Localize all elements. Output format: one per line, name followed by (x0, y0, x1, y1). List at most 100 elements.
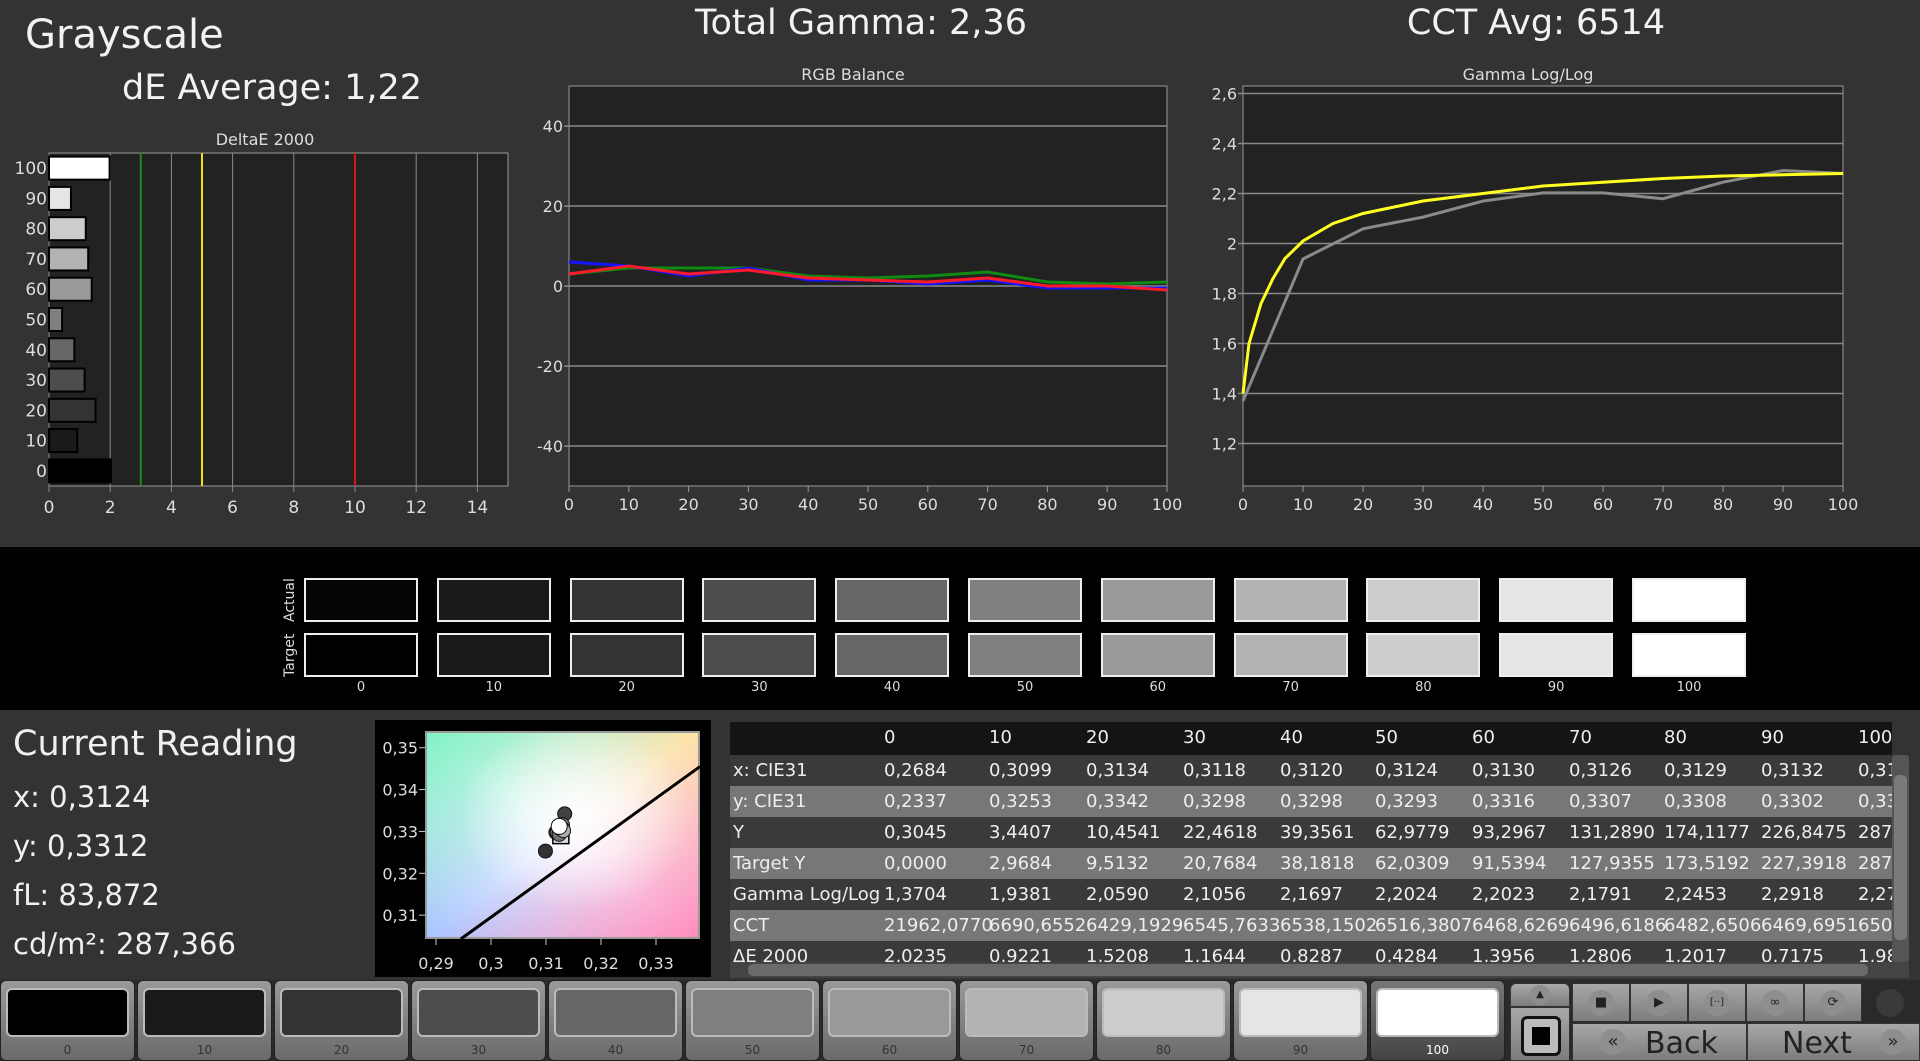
deltae-bar (48, 428, 79, 454)
deltae-x-tick: 10 (344, 498, 366, 518)
table-cell: 2,9684 (989, 853, 1052, 874)
table-cell: 227,3918 (1761, 853, 1847, 874)
patch-label: 10 (196, 1043, 213, 1057)
range-icon: [··] (1704, 989, 1730, 1016)
table-cell: 21962,0770 (884, 915, 993, 936)
rgb-balance-x-tick: 10 (619, 495, 639, 514)
rgb-balance-x-tick: 60 (918, 495, 938, 514)
deltae-y-tick: 30 (25, 371, 47, 391)
deltae-bar (48, 246, 90, 272)
patch-button-40[interactable]: 40 (548, 980, 683, 1061)
stop-square-icon (1532, 1027, 1550, 1045)
table-cell: 2,2023 (1472, 884, 1535, 905)
table-cell: 9,5132 (1086, 853, 1149, 874)
patch-button-10[interactable]: 10 (137, 980, 272, 1061)
deltae-x-tick: 14 (467, 498, 489, 518)
play-button[interactable]: ▶ (1630, 983, 1688, 1022)
next-chevron-icon: » (1880, 1029, 1906, 1055)
table-cell: 0,31 (1858, 760, 1892, 781)
target-swatch (702, 633, 817, 677)
vertical-scrollbar[interactable] (1892, 755, 1909, 962)
table-cell: 1,2806 (1569, 946, 1632, 962)
patch-button-100[interactable]: 100 (1370, 980, 1505, 1061)
stop-button[interactable]: ■ (1572, 983, 1630, 1022)
stop-frame (1521, 1016, 1561, 1056)
patch-button-60[interactable]: 60 (822, 980, 957, 1061)
data-table: 0 10 20 30 40 50 60 70 80 90 100 x: CIE31 0,2684 0,30… (730, 722, 1892, 962)
actual-swatch (1499, 578, 1614, 622)
vertical-scroll-thumb[interactable] (1894, 775, 1907, 940)
deltae-bar (48, 397, 97, 423)
target-swatch (304, 633, 418, 677)
table-cell: 6538,1502 (1280, 915, 1378, 936)
rgb-balance-y-tick: -40 (537, 437, 563, 456)
table-cell: 127,9355 (1569, 853, 1655, 874)
table-cell: 0,7175 (1761, 946, 1824, 962)
horizontal-scroll-thumb[interactable] (748, 964, 1868, 976)
column-header: 40 (1280, 727, 1303, 748)
cie-x-tick: 0,3 (478, 954, 503, 973)
patch-button-80[interactable]: 80 (1096, 980, 1231, 1061)
refresh-button[interactable]: ⟳ (1804, 983, 1862, 1022)
horizontal-scrollbar[interactable] (730, 962, 1909, 978)
row-label: Target Y (733, 853, 806, 874)
gamma-x-tick: 100 (1828, 495, 1859, 514)
gamma-x-tick: 20 (1353, 495, 1373, 514)
up-button[interactable]: ▲ (1510, 983, 1570, 1007)
planckian-locus (459, 765, 701, 941)
table-cell: 0,2337 (884, 791, 947, 812)
range-button[interactable]: [··] (1688, 983, 1746, 1022)
actual-swatch (968, 578, 1082, 622)
patch-button-20[interactable]: 20 (274, 980, 409, 1061)
swatch-level-label: 80 (1415, 680, 1432, 695)
table-cell: 2,2024 (1375, 884, 1438, 905)
back-button[interactable]: « Back (1572, 1023, 1747, 1061)
cie-y-tick: 0,33 (382, 822, 418, 841)
patch-swatch (828, 988, 951, 1037)
table-cell: 20,7684 (1183, 853, 1258, 874)
gamma-y-tick: 1,4 (1212, 385, 1237, 404)
patch-label: 20 (333, 1043, 350, 1057)
patch-button-70[interactable]: 70 (959, 980, 1094, 1061)
table-row: Target Y 0,0000 2,9684 9,5132 20,7684 38,1818… (730, 848, 1892, 879)
table-cell: 0,3253 (989, 791, 1052, 812)
target-swatch (835, 633, 950, 677)
patch-button-90[interactable]: 90 (1233, 980, 1368, 1061)
table-cell: 6545,7633 (1183, 915, 1281, 936)
cie-y-tick: 0,31 (382, 906, 418, 925)
actual-swatch (1100, 578, 1215, 622)
loop-button[interactable]: ∞ (1746, 983, 1804, 1022)
row-label: y: CIE31 (733, 791, 807, 812)
table-cell: 0,3134 (1086, 760, 1149, 781)
deltae-x-tick: 4 (166, 498, 177, 518)
table-cell: 1,3956 (1472, 946, 1535, 962)
deltae-bar (48, 337, 76, 363)
gamma-x-tick: 50 (1533, 495, 1553, 514)
table-cell: 2,2453 (1664, 884, 1727, 905)
cie-x-tick: 0,32 (583, 954, 619, 973)
rgb-balance-title: RGB Balance (801, 65, 904, 84)
loop-icon: ∞ (1762, 989, 1788, 1016)
patch-button-50[interactable]: 50 (685, 980, 820, 1061)
swatch-level-label: 100 (1676, 680, 1702, 695)
deltae-x-tick: 2 (105, 498, 116, 518)
table-cell: 0,9221 (989, 946, 1052, 962)
next-button[interactable]: Next » (1747, 1023, 1920, 1061)
table-cell: 6690,6552 (989, 915, 1087, 936)
table-cell: 2,1056 (1183, 884, 1246, 905)
gamma-y-tick: 1,8 (1212, 285, 1237, 304)
column-header: 80 (1664, 727, 1687, 748)
table-cell: 2,2918 (1761, 884, 1824, 905)
patch-label: 30 (470, 1043, 487, 1057)
row-label: x: CIE31 (733, 760, 808, 781)
table-row: CCT 21962,0770 6690,6552 6429,1929 6545,7633… (730, 910, 1892, 941)
patch-button-0[interactable]: 0 (0, 980, 135, 1061)
stop-measure-button[interactable] (1510, 1007, 1570, 1061)
patch-swatch (280, 988, 403, 1037)
target-swatch (1233, 633, 1348, 677)
swatch-level-label: 30 (751, 680, 768, 695)
table-cell: 0,3308 (1664, 791, 1727, 812)
measurement-point (537, 843, 553, 859)
patch-button-30[interactable]: 30 (411, 980, 546, 1061)
gamma-y-tick: 2,2 (1212, 185, 1237, 204)
